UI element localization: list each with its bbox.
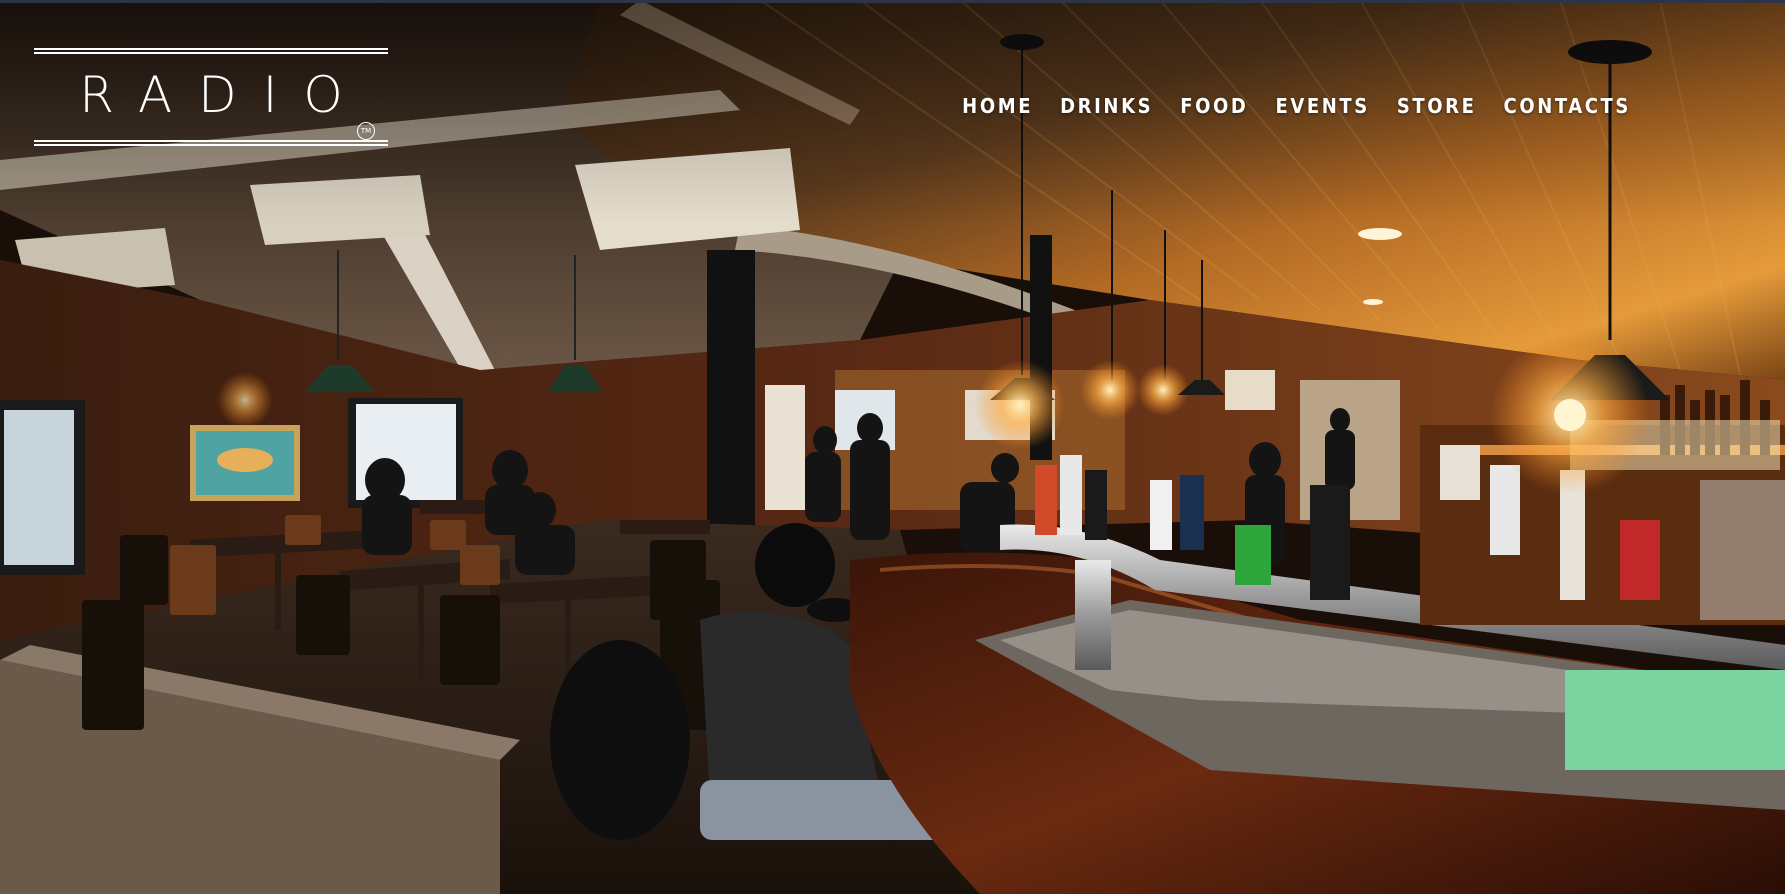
- radio-logo[interactable]: RADIO TM: [34, 40, 388, 152]
- trademark-icon: TM: [357, 122, 375, 140]
- nav-item-events[interactable]: EVENTS: [1275, 93, 1369, 119]
- nav-item-drinks[interactable]: DRINKS: [1060, 93, 1153, 119]
- nav-item-home[interactable]: HOME: [962, 93, 1033, 119]
- main-nav: HOME DRINKS FOOD EVENTS STORE CONTACTS: [935, 93, 1631, 119]
- logo-bottom-line: [34, 140, 388, 146]
- logo-top-line: [34, 48, 388, 54]
- nav-item-store[interactable]: STORE: [1397, 93, 1477, 119]
- nav-item-food[interactable]: FOOD: [1180, 93, 1248, 119]
- nav-item-contacts[interactable]: CONTACTS: [1504, 93, 1631, 119]
- logo-wordmark: RADIO: [79, 66, 369, 124]
- top-border: [0, 0, 1785, 3]
